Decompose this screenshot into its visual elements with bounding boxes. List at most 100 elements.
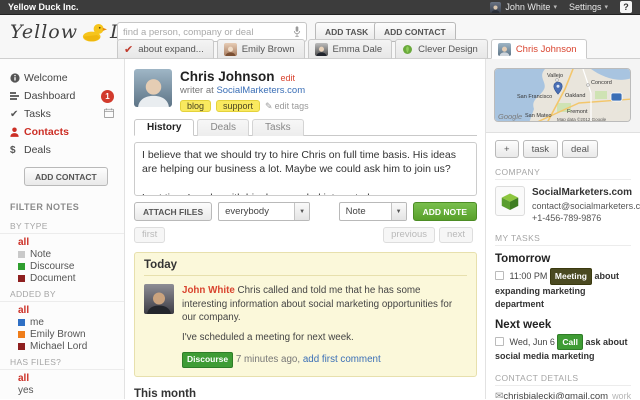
filter-added-by-emily[interactable]: Emily Brown — [0, 328, 124, 340]
map-attribution: Map data ©2012 Google — [557, 116, 607, 122]
note-type-value: Note — [345, 206, 366, 217]
contact-profile: Chris Johnson edit writer at SocialMarke… — [134, 69, 477, 112]
my-tasks-section-title: MY TASKS — [495, 233, 631, 246]
today-heading: Today — [144, 259, 467, 276]
filter-has-files-all[interactable]: all — [0, 372, 124, 384]
tag-support[interactable]: support — [216, 100, 261, 112]
calendar-icon[interactable] — [104, 107, 114, 121]
filter-has-files-no[interactable]: no — [0, 396, 124, 400]
edit-tags-label: edit tags — [274, 100, 309, 111]
add-first-comment-link[interactable]: add first comment — [303, 354, 381, 365]
sidebar-item-tasks[interactable]: ✔ Tasks — [0, 105, 124, 123]
filter-group-has-files: HAS FILES? — [0, 352, 124, 370]
tab-clever-design[interactable]: Clever Design — [395, 39, 488, 59]
tab-chris-johnson[interactable]: Chris Johnson — [490, 39, 587, 59]
settings-menu[interactable]: Settings ▾ — [569, 2, 608, 12]
sidebar-add-contact-button[interactable]: ADD CONTACT — [24, 167, 108, 186]
tab-label: about expand... — [138, 43, 204, 55]
user-name: John White — [505, 2, 551, 12]
chevron-down-icon: ▾ — [604, 4, 608, 11]
add-note-button[interactable]: ADD NOTE — [412, 202, 477, 221]
microphone-icon[interactable] — [293, 26, 301, 38]
filter-by-type-document[interactable]: Document — [0, 272, 124, 284]
top-bar: Yellow Duck Inc. John White ▾ Settings ▾… — [0, 0, 640, 15]
timeline-entry: John White Chris called and told me that… — [144, 284, 467, 368]
search-input[interactable] — [123, 26, 293, 38]
emily-swatch — [18, 330, 25, 338]
help-button[interactable]: ? — [620, 1, 632, 13]
edit-tags-link[interactable]: ✎ edit tags — [265, 101, 309, 112]
company-card: SocialMarketers.com contact@socialmarket… — [495, 186, 640, 224]
task-checkbox[interactable] — [495, 270, 504, 280]
company-name-link[interactable]: SocialMarketers.com — [532, 186, 640, 200]
chevron-down-icon: ▼ — [294, 203, 310, 220]
filter-added-by-me[interactable]: me — [0, 316, 124, 328]
quick-add-button[interactable]: + — [495, 140, 519, 158]
task-checkbox[interactable] — [495, 336, 504, 346]
quick-task-button[interactable]: task — [522, 140, 558, 158]
tab-deals[interactable]: Deals — [197, 119, 250, 136]
audience-select[interactable]: everybody ▼ — [218, 202, 311, 221]
user-menu[interactable]: John White ▾ — [490, 1, 557, 13]
tab-history[interactable]: History — [134, 119, 195, 136]
filter-by-type-discourse[interactable]: Discourse — [0, 260, 124, 272]
previous-page-button[interactable]: previous — [383, 227, 436, 243]
audience-value: everybody — [225, 206, 269, 217]
user-avatar — [490, 1, 502, 13]
note-type-select[interactable]: Note ▼ — [338, 202, 407, 221]
filter-group-by-type: BY TYPE — [0, 216, 124, 234]
entry-text: John White Chris called and told me that… — [182, 284, 467, 325]
avatar — [314, 42, 328, 56]
sidebar-item-dashboard[interactable]: Dashboard 1 — [0, 87, 124, 105]
contact-email-value[interactable]: chrisbialecki@gmail.com — [503, 391, 608, 399]
tab-emma-dale[interactable]: Emma Dale — [307, 39, 393, 59]
document-swatch — [18, 274, 25, 282]
right-sidebar: Vallejo Concord San Francisco Oakland Sa… — [485, 59, 640, 399]
next-page-button[interactable]: next — [439, 227, 473, 243]
filter-notes-title: FILTER NOTES — [10, 202, 80, 212]
tab-label: Clever Design — [418, 43, 478, 55]
task-item: Wed, Jun 6 Call ask about social media m… — [495, 333, 631, 364]
sidebar-item-deals[interactable]: $ Deals — [0, 141, 124, 159]
duck-icon — [82, 23, 107, 42]
task-group-next-week: Next week — [495, 318, 552, 331]
tab-label: Chris Johnson — [515, 43, 577, 55]
quick-actions: + task deal — [495, 140, 631, 158]
edit-contact-link[interactable]: edit — [281, 73, 296, 83]
filter-has-files-yes[interactable]: yes — [0, 384, 124, 396]
filter-by-type-note[interactable]: Note — [0, 248, 124, 260]
sidebar-item-label: Tasks — [24, 108, 51, 120]
attach-files-button[interactable]: ATTACH FILES — [134, 202, 213, 221]
map-label: Vallejo — [547, 73, 563, 79]
company-logo — [495, 186, 525, 216]
filter-by-type-all[interactable]: all — [0, 236, 124, 248]
map[interactable]: Vallejo Concord San Francisco Oakland Sa… — [494, 68, 631, 122]
person-icon — [10, 127, 24, 137]
filter-added-by-michael[interactable]: Michael Lord — [0, 340, 124, 352]
tab-emily-brown[interactable]: Emily Brown — [216, 39, 305, 59]
main-content: Chris Johnson edit writer at SocialMarke… — [125, 59, 485, 399]
note-textarea[interactable]: I believe that we should try to hire Chr… — [134, 142, 477, 196]
sidebar-item-welcome[interactable]: Welcome — [0, 69, 124, 87]
chevron-down-icon: ▼ — [390, 203, 406, 220]
sidebar-item-contacts[interactable]: Contacts — [0, 123, 124, 141]
open-record-tabs: ✔ about expand... Emily Brown Emma Dale — [117, 39, 590, 59]
contact-avatar — [134, 69, 172, 107]
tag-blog[interactable]: blog — [180, 100, 212, 112]
map-panel: Vallejo Concord San Francisco Oakland Sa… — [486, 59, 640, 133]
me-swatch — [18, 318, 25, 326]
filter-group-added-by: ADDED BY — [0, 284, 124, 302]
quick-deal-button[interactable]: deal — [562, 140, 598, 158]
tab-tasks[interactable]: Tasks — [252, 119, 304, 136]
contact-details-section-title: CONTACT DETAILS — [495, 373, 631, 386]
company-link[interactable]: SocialMarketers.com — [216, 85, 305, 96]
company-email[interactable]: contact@socialmarketers.com — [532, 200, 640, 212]
first-page-button[interactable]: first — [134, 227, 166, 243]
contact-role: writer at — [180, 85, 214, 96]
discourse-badge: Discourse — [182, 351, 234, 368]
contact-detail-email: ✉ chrisbialecki@gmail.com work — [495, 391, 631, 399]
tab-about-expand[interactable]: ✔ about expand... — [117, 39, 214, 59]
author-link[interactable]: John White — [182, 285, 235, 296]
filter-added-by-all[interactable]: all — [0, 304, 124, 316]
filter-label: me — [30, 316, 44, 328]
